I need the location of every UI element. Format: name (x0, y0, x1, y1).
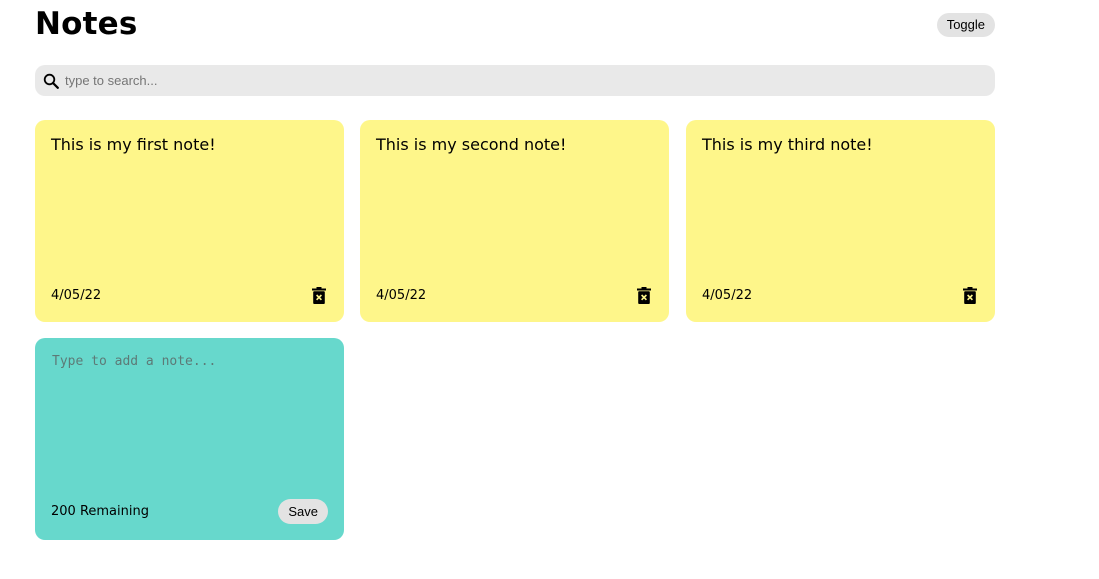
note-card: This is my third note! 4/05/22 (686, 120, 995, 322)
trash-icon[interactable] (963, 287, 977, 304)
note-text: This is my third note! (702, 135, 873, 154)
page-title: Notes (35, 6, 138, 42)
note-date: 4/05/22 (376, 288, 427, 303)
note-card: This is my second note! 4/05/22 (360, 120, 669, 322)
note-text: This is my first note! (51, 135, 216, 154)
new-note-input[interactable] (52, 354, 328, 484)
search-bar (35, 65, 995, 96)
characters-remaining: 200 Remaining (51, 504, 149, 519)
toggle-button[interactable]: Toggle (936, 13, 995, 37)
search-icon (37, 65, 65, 96)
new-note-card: 200 Remaining Save (35, 338, 344, 540)
note-date: 4/05/22 (702, 288, 753, 303)
note-text: This is my second note! (376, 135, 567, 154)
trash-icon[interactable] (637, 287, 651, 304)
search-input[interactable] (65, 66, 995, 95)
note-date: 4/05/22 (51, 288, 102, 303)
header: Notes Toggle (35, 0, 995, 52)
note-card: This is my first note! 4/05/22 (35, 120, 344, 322)
notes-app: Notes Toggle This is my first note! 4/05… (35, 0, 995, 540)
save-button[interactable]: Save (278, 499, 328, 524)
trash-icon[interactable] (312, 287, 326, 304)
